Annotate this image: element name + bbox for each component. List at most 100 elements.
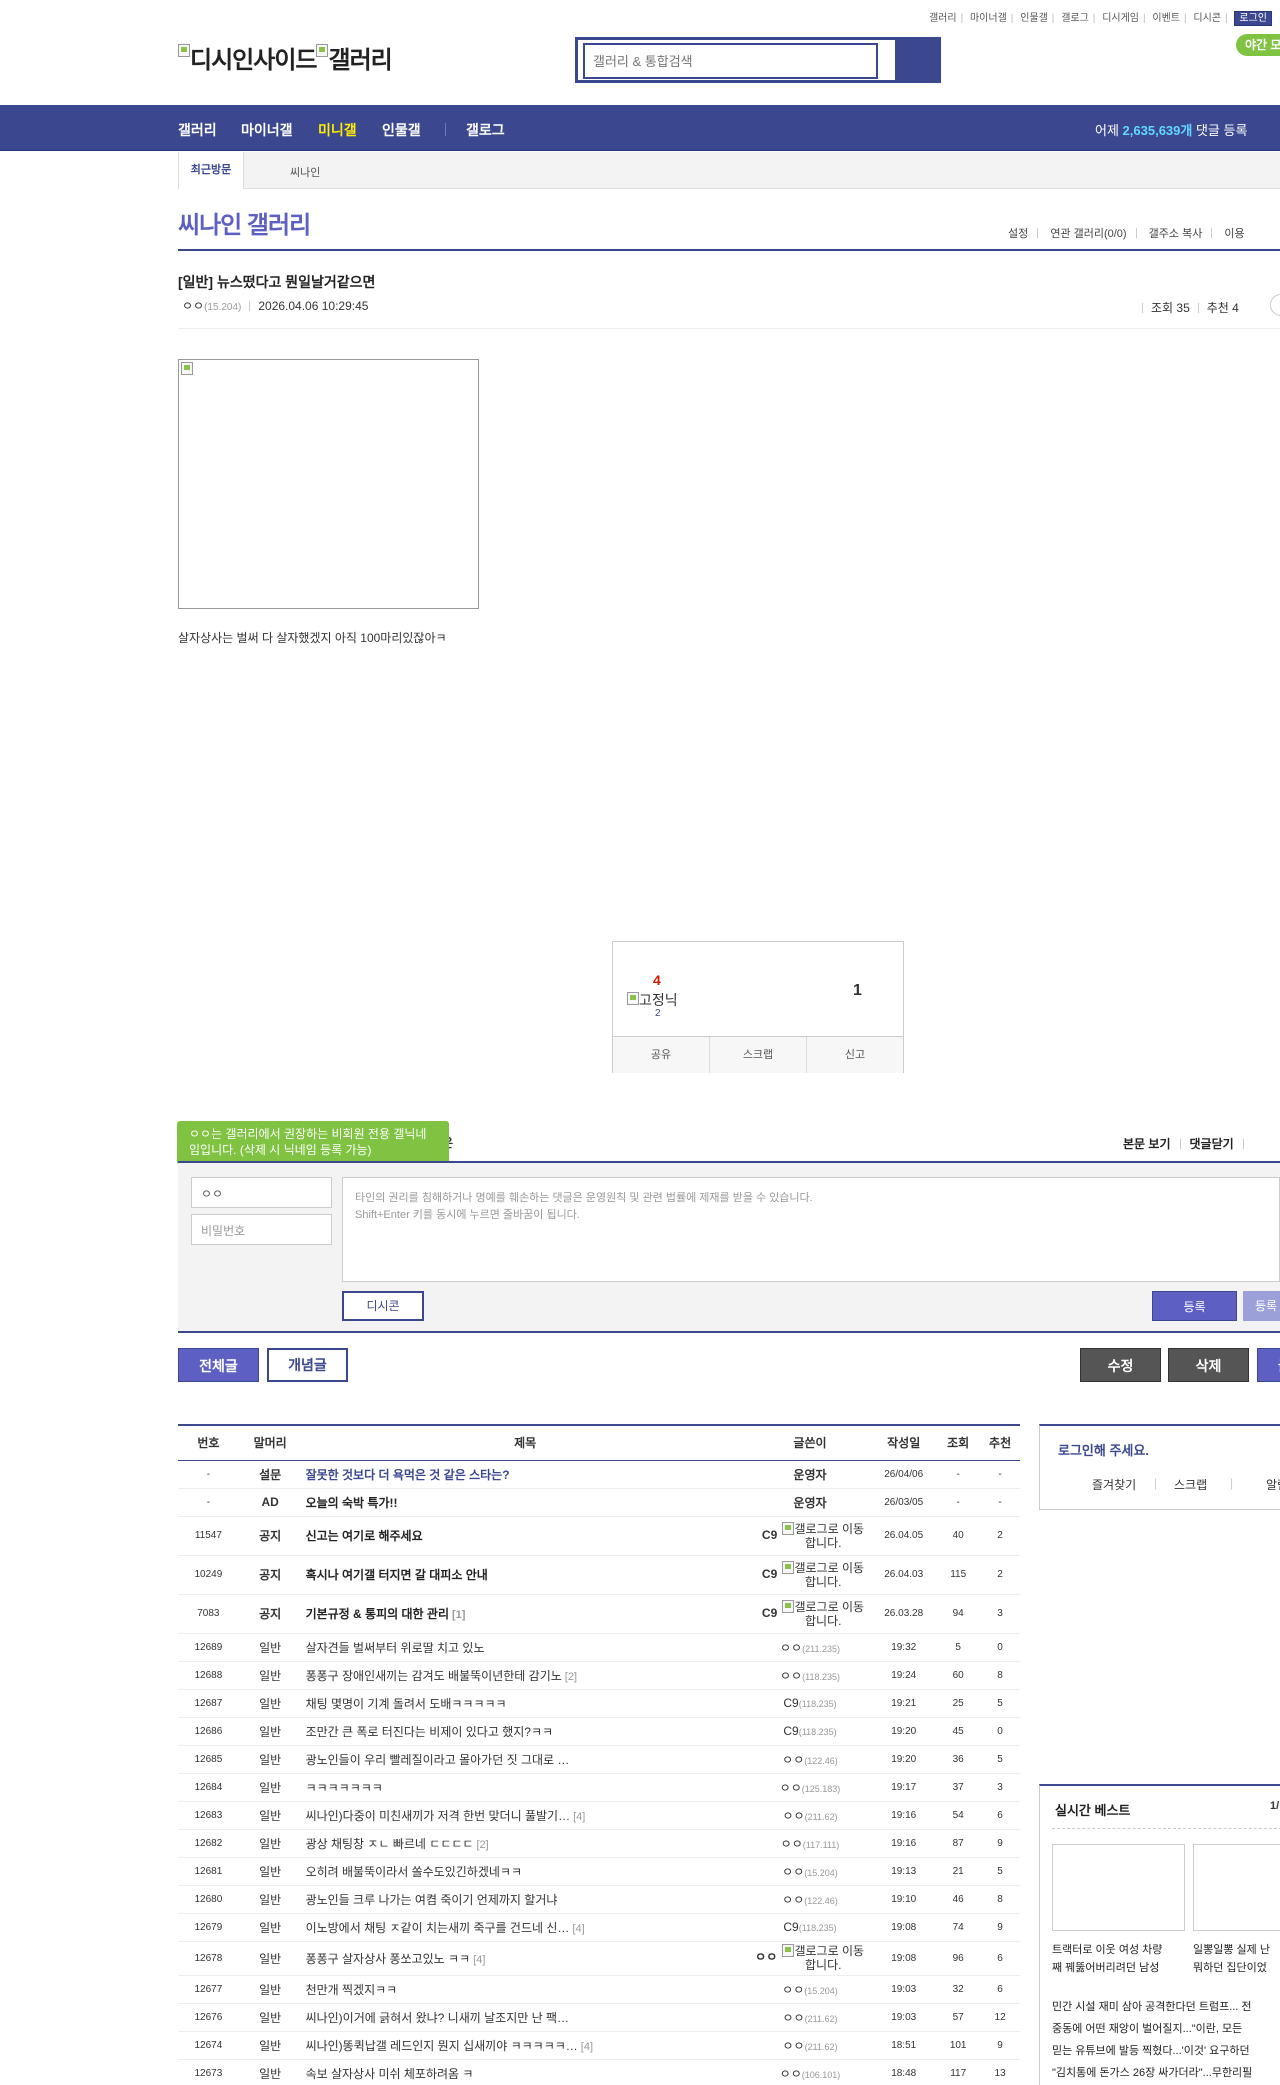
post-writer[interactable]: ㅇㅇ(15.204) bbox=[748, 1857, 872, 1886]
post-title-cell[interactable]: 퐁퐁구 살자상사 퐁쏘고있노 ㅋㅋ [4] bbox=[301, 1941, 749, 1976]
post-writer[interactable]: ㅇㅇ(122.46) bbox=[748, 1745, 872, 1774]
post-writer[interactable]: ㅇㅇ(15.204) bbox=[748, 1975, 872, 2004]
best-news-item[interactable]: 믿는 유튜브에 발등 찍혔다...'이것' 요구하던 bbox=[1052, 2040, 1280, 2062]
writer-name[interactable]: ㅇㅇ bbox=[783, 2011, 805, 2025]
site-logo[interactable]: 디시인사이드 갤러리 bbox=[178, 40, 393, 75]
writer-name[interactable]: ㅇㅇ bbox=[780, 2067, 802, 2081]
post-title-link[interactable]: 광노인들이 우리 빨레질이라고 몰아가던 짓 그대로 … bbox=[306, 1753, 570, 1767]
writer-name[interactable]: ㅇㅇ bbox=[782, 1983, 804, 1997]
post-writer[interactable]: 운영자 bbox=[748, 1488, 872, 1517]
writer-name[interactable]: ㅇㅇ bbox=[783, 1809, 805, 1823]
concept-posts-button[interactable]: 개념글 bbox=[267, 1348, 348, 1382]
toplink-person[interactable]: 인물갤 bbox=[1020, 13, 1048, 24]
night-mode-button[interactable]: 야간 모 bbox=[1236, 34, 1280, 56]
password-field[interactable]: 비밀번호 bbox=[191, 1214, 332, 1245]
gallery-settings-link[interactable]: 설정 bbox=[1008, 228, 1028, 240]
dccon-button[interactable]: 디시콘 bbox=[342, 1291, 424, 1321]
nav-mini-gallery[interactable]: 미니갤 bbox=[318, 120, 357, 140]
gallog-link[interactable]: 갤로그로 이동합니다. bbox=[777, 1560, 869, 1589]
writer-name[interactable]: ㅇㅇ bbox=[782, 1753, 804, 1767]
nav-person-gallery[interactable]: 인물갤 bbox=[382, 120, 421, 140]
post-title-cell[interactable]: ㅋㅋㅋㅋㅋㅋㅋ bbox=[301, 1773, 749, 1802]
writer-name[interactable]: ㅇㅇ bbox=[783, 2039, 805, 2053]
reply-count[interactable]: [4] bbox=[572, 1923, 584, 1935]
toplink-dccon[interactable]: 디시콘 bbox=[1193, 13, 1221, 24]
view-post-link[interactable]: 본문 보기 bbox=[1123, 1137, 1171, 1151]
writer-name[interactable]: ㅇㅇ bbox=[780, 1669, 802, 1683]
post-writer[interactable]: ㅇㅇ(117.111) bbox=[748, 1829, 872, 1858]
close-comments-link[interactable]: 댓글닫기 bbox=[1190, 1137, 1234, 1151]
table-row[interactable]: 12677 일반 천만개 찍겠지ㅋㅋ ㅇㅇ(15.204) 19:03 32 6 bbox=[178, 1975, 1020, 2004]
table-row[interactable]: 12688 일반 퐁퐁구 장애인새끼는 감겨도 배불뚝이년한테 감기노 [2] ㅇㅇ(1… bbox=[178, 1661, 1020, 1690]
table-row[interactable]: - AD 오늘의 숙박 특가!! 운영자 26/03/05- - bbox=[178, 1488, 1020, 1517]
post-writer[interactable]: 운영자 bbox=[748, 1460, 872, 1489]
toplink-minor[interactable]: 마이너갤 bbox=[970, 13, 1007, 24]
post-title-link[interactable]: 신고는 여기로 해주세요 bbox=[306, 1529, 423, 1543]
reply-count[interactable]: [4] bbox=[473, 1954, 485, 1966]
table-row[interactable]: 12689 일반 살자견들 벌써부터 위로딸 치고 있노 ㅇㅇ(211.235) 19:… bbox=[178, 1633, 1020, 1662]
table-row[interactable]: 10249 공지 혹시나 여기갤 터지면 갈 대피소 안내 C9 갤로그로 이동합니다.… bbox=[178, 1555, 1020, 1595]
post-title-cell[interactable]: 광상 채팅창 ㅈㄴ 빠르네 ㄷㄷㄷㄷ [2] bbox=[301, 1829, 749, 1858]
table-row[interactable]: 12678 일반 퐁퐁구 살자상사 퐁쏘고있노 ㅋㅋ [4] ㅇㅇ 갤로그로 이동합니다.… bbox=[178, 1941, 1020, 1976]
post-title-cell[interactable]: 잘못한 것보다 더 욕먹은 것 같은 스타는? bbox=[301, 1460, 749, 1489]
post-writer[interactable]: ㅇㅇ(122.46) bbox=[748, 1885, 872, 1914]
post-title-cell[interactable]: 씨나인)다중이 미친새끼가 저격 한번 맞더니 풀발기… [4] bbox=[301, 1801, 749, 1830]
table-row[interactable]: 12680 일반 광노인들 크루 나가는 여켬 죽이기 언제까지 할거냐 ㅇㅇ(122… bbox=[178, 1885, 1020, 1914]
post-title-link[interactable]: 광노인들 크루 나가는 여켬 죽이기 언제까지 할거냐 bbox=[306, 1893, 558, 1907]
post-writer[interactable]: ㅇㅇ(211.235) bbox=[748, 1633, 872, 1662]
writer-name[interactable]: 운영자 bbox=[793, 1468, 826, 1482]
post-title-cell[interactable]: 채팅 몇명이 기계 돌려서 도배ㅋㅋㅋㅋㅋ bbox=[301, 1689, 749, 1718]
search-input[interactable] bbox=[583, 43, 878, 79]
login-link[interactable]: 로그인 bbox=[1234, 11, 1272, 26]
usage-link[interactable]: 이용 bbox=[1224, 228, 1244, 240]
table-row[interactable]: 12682 일반 광상 채팅창 ㅈㄴ 빠르네 ㄷㄷㄷㄷ [2] ㅇㅇ(117.111) 1… bbox=[178, 1829, 1020, 1858]
post-title-cell[interactable]: 광노인들 크루 나가는 여켬 죽이기 언제까지 할거냐 bbox=[301, 1885, 749, 1914]
post-writer[interactable]: C9(118.235) bbox=[748, 1689, 872, 1718]
post-title-cell[interactable]: 속보 살자상사 미쉬 체포하려옴 ㅋ bbox=[301, 2059, 749, 2085]
post-title-link[interactable]: 오늘의 숙박 특가!! bbox=[306, 1496, 398, 1510]
edit-button[interactable]: 수정 bbox=[1080, 1348, 1161, 1382]
post-title-cell[interactable]: 천만개 찍겠지ㅋㅋ bbox=[301, 1975, 749, 2004]
post-title-link[interactable]: 퐁퐁구 장애인새끼는 감겨도 배불뚝이년한테 감기노 bbox=[306, 1669, 562, 1683]
post-title-link[interactable]: 씨나인)이거에 긁혀서 왔냐? 니새끼 날조지만 난 팩… bbox=[306, 2011, 569, 2025]
upvote-button[interactable]: 고정닉 bbox=[627, 990, 678, 1010]
post-writer[interactable]: C9(118.235) bbox=[748, 1717, 872, 1746]
table-row[interactable]: 12673 일반 속보 살자상사 미쉬 체포하려옴 ㅋㅇㅇ(106.101) 18:4… bbox=[178, 2059, 1020, 2085]
writer-name[interactable]: 운영자 bbox=[793, 1496, 826, 1510]
copy-url-link[interactable]: 갤주소 복사 bbox=[1149, 228, 1203, 240]
gallog-link[interactable]: 갤로그로 이동합니다. bbox=[777, 1599, 869, 1628]
gallog-link[interactable]: 갤로그로 이동합니다. bbox=[777, 1521, 869, 1550]
nickname-field[interactable]: ㅇㅇ bbox=[191, 1177, 332, 1208]
post-writer[interactable]: C9(118.235) bbox=[748, 1913, 872, 1942]
post-writer[interactable]: ㅇㅇ(211.62) bbox=[748, 2003, 872, 2032]
nav-minor-gallery[interactable]: 마이너갤 bbox=[241, 120, 293, 140]
post-title-cell[interactable]: 씨나인)이거에 긁혀서 왔냐? 니새끼 날조지만 난 팩… bbox=[301, 2003, 749, 2032]
writer-name[interactable]: C9 bbox=[762, 1567, 777, 1581]
writer-name[interactable]: ㅇㅇ bbox=[781, 1837, 803, 1851]
best-thumbnail-2[interactable] bbox=[1193, 1844, 1280, 1931]
post-title-link[interactable]: 천만개 찍겠지ㅋㅋ bbox=[306, 1983, 398, 1997]
table-row[interactable]: 12679 일반 이노방에서 채팅 ㅈ같이 치는새끼 죽구를 건드네 신… [4] C9… bbox=[178, 1913, 1020, 1942]
comment-submit-button[interactable]: 등록 bbox=[1152, 1291, 1237, 1321]
reply-count[interactable]: [2] bbox=[476, 1839, 488, 1851]
best-news-item[interactable]: 중동에 어떤 재앙이 벌어질지..."이란, 모든 bbox=[1052, 2018, 1280, 2040]
post-title-cell[interactable]: 신고는 여기로 해주세요 bbox=[301, 1516, 749, 1556]
best-caption-1[interactable]: 트랙터로 이웃 여성 차량 째 꿰뚫어버리려던 남성 bbox=[1052, 1941, 1186, 1977]
post-title-cell[interactable]: 이노방에서 채팅 ㅈ같이 치는새끼 죽구를 건드네 신… [4] bbox=[301, 1913, 749, 1942]
table-row[interactable]: 12676 일반 씨나인)이거에 긁혀서 왔냐? 니새끼 날조지만 난 팩… ㅇㅇ(2… bbox=[178, 2003, 1020, 2032]
table-row[interactable]: - 설문 잘못한 것보다 더 욕먹은 것 같은 스타는? 운영자 26/04/06- - bbox=[178, 1460, 1020, 1489]
toplink-gallog[interactable]: 갤로그 bbox=[1061, 13, 1089, 24]
writer-name[interactable]: C9 bbox=[783, 1724, 798, 1738]
post-writer[interactable]: ㅇㅇ 갤로그로 이동합니다. bbox=[748, 1941, 872, 1976]
scrap-button[interactable]: 스크랩 bbox=[710, 1037, 807, 1073]
post-title-cell[interactable]: 살자견들 벌써부터 위로딸 치고 있노 bbox=[301, 1633, 749, 1662]
post-title-cell[interactable]: 광노인들이 우리 빨레질이라고 몰아가던 짓 그대로 … bbox=[301, 1745, 749, 1774]
post-title-link[interactable]: 속보 살자상사 미쉬 체포하려옴 ㅋ bbox=[306, 2067, 474, 2081]
post-title-link[interactable]: 기본규정 & 통피의 대한 관리 bbox=[306, 1607, 449, 1621]
table-row[interactable]: 12681 일반 오히려 배불뚝이라서 쏠수도있긴하겠네ㅋㅋ ㅇㅇ(15.204) 19… bbox=[178, 1857, 1020, 1886]
post-title-cell[interactable]: 씨나인)똥퀵납갤 레드인지 뭔지 십새끼야 ㅋㅋㅋㅋㅋ… [4] bbox=[301, 2031, 749, 2060]
table-row[interactable]: 11547 공지 신고는 여기로 해주세요 C9 갤로그로 이동합니다. 26.04.05… bbox=[178, 1516, 1020, 1556]
reply-count[interactable]: [4] bbox=[573, 1811, 585, 1823]
toplink-gallery[interactable]: 갤러리 bbox=[929, 13, 957, 24]
table-row[interactable]: 12684 일반 ㅋㅋㅋㅋㅋㅋㅋ ㅇㅇ(125.183) 19:17 37 3 bbox=[178, 1773, 1020, 1802]
